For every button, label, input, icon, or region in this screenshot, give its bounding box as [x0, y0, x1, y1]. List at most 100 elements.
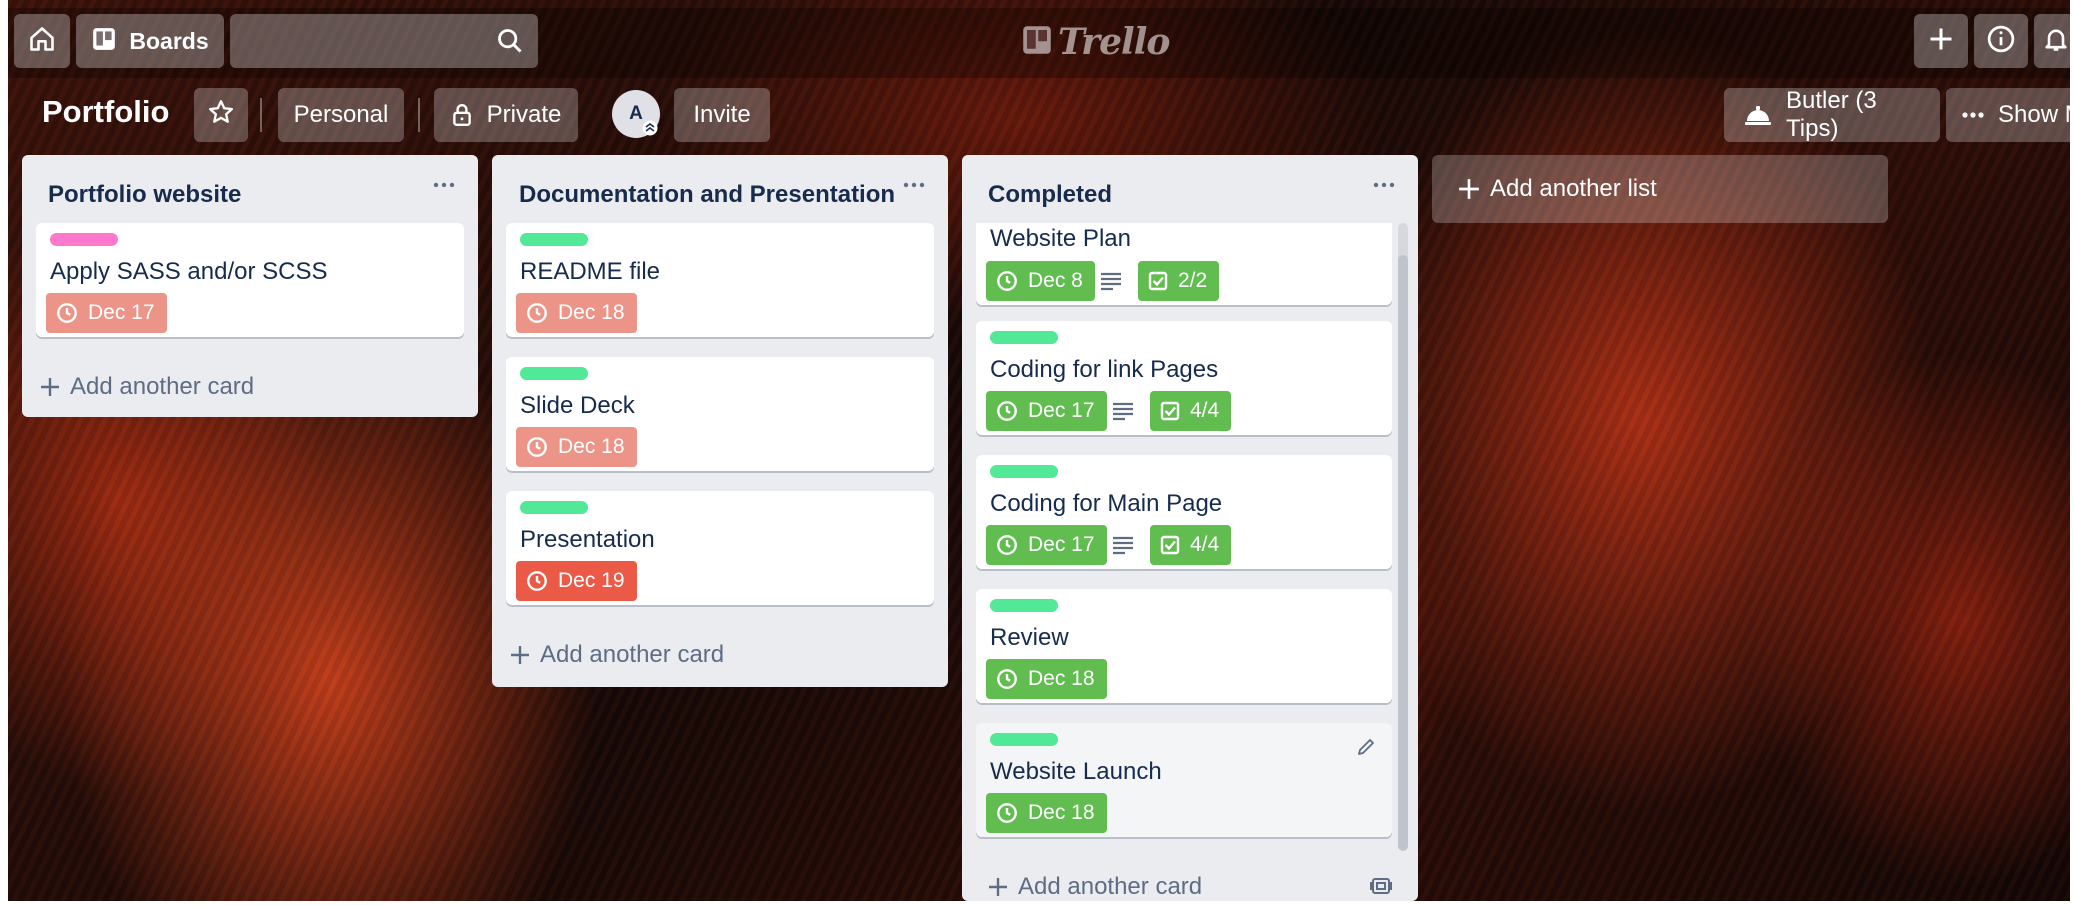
show-menu-button[interactable]: Show M: [1946, 88, 2070, 142]
invite-label: Invite: [693, 101, 751, 128]
due-date-badge[interactable]: Dec 17: [986, 391, 1107, 431]
card-website-plan[interactable]: Website Plan Dec 8 2/2: [976, 223, 1392, 305]
clock-icon: [526, 436, 548, 458]
card-label[interactable]: [990, 733, 1058, 746]
add-card-label: Add another card: [540, 641, 725, 668]
clock-icon: [996, 534, 1018, 556]
checklist-text: 4/4: [1190, 399, 1220, 422]
card-title: README file: [520, 258, 661, 285]
home-button[interactable]: [14, 14, 70, 68]
trello-logo-text: Trello: [1058, 21, 1170, 63]
info-button[interactable]: [1974, 14, 2028, 68]
card-label[interactable]: [520, 367, 588, 380]
window-frame-left: [0, 0, 8, 905]
due-date-text: Dec 18: [558, 301, 625, 324]
due-date-badge[interactable]: Dec 8: [986, 261, 1095, 301]
due-date-badge[interactable]: Dec 18: [986, 793, 1107, 833]
invite-button[interactable]: Invite: [674, 88, 770, 142]
card-apply-sass[interactable]: Apply SASS and/or SCSS Dec 17: [36, 223, 464, 337]
clock-icon: [996, 802, 1018, 824]
card-label[interactable]: [520, 501, 588, 514]
pencil-icon[interactable]: [1356, 737, 1376, 762]
clock-icon: [996, 400, 1018, 422]
card-review[interactable]: Review Dec 18: [976, 589, 1392, 703]
card-website-launch[interactable]: Website Launch Dec 18: [976, 723, 1392, 837]
privacy-button[interactable]: Private: [434, 88, 578, 142]
top-header: Boards Trello: [8, 8, 2070, 78]
window-frame-bottom: [0, 901, 2074, 905]
boards-button[interactable]: Boards: [76, 14, 224, 68]
card-coding-main-page[interactable]: Coding for Main Page Dec 17 4/4: [976, 455, 1392, 569]
card-label[interactable]: [520, 233, 588, 246]
description-icon: [1112, 535, 1134, 555]
due-date-badge[interactable]: Dec 17: [46, 293, 167, 333]
list-menu-ellipsis-icon[interactable]: [1372, 173, 1396, 202]
card-label[interactable]: [990, 599, 1058, 612]
list-title[interactable]: Documentation and Presentation: [519, 181, 895, 209]
team-visibility-label: Personal: [293, 101, 389, 128]
checklist-badge[interactable]: 2/2: [1138, 261, 1220, 301]
home-icon: [28, 25, 56, 58]
list-scrollbar-thumb[interactable]: [1398, 255, 1408, 851]
admin-chevron-icon: [642, 120, 658, 141]
plus-icon: [40, 377, 60, 397]
card-coding-link-pages[interactable]: Coding for link Pages Dec 17 4/4: [976, 321, 1392, 435]
privacy-label: Private: [486, 101, 562, 128]
list-title[interactable]: Portfolio website: [48, 181, 241, 209]
add-card-label: Add another card: [70, 373, 255, 400]
card-readme-file[interactable]: README file Dec 18: [506, 223, 934, 337]
add-list-button[interactable]: Add another list: [1432, 155, 1888, 223]
due-date-badge[interactable]: Dec 18: [516, 427, 637, 467]
card-label[interactable]: [990, 465, 1058, 478]
boards-icon: [91, 26, 117, 57]
card-list-scroll-area[interactable]: Website Plan Dec 8 2/2 Coding for link P…: [962, 223, 1418, 843]
clock-icon: [526, 570, 548, 592]
add-card-button[interactable]: Add another card: [988, 873, 1202, 901]
search-input[interactable]: [230, 14, 538, 68]
checklist-badge[interactable]: 4/4: [1150, 525, 1232, 565]
show-menu-label: Show M: [1998, 101, 2070, 128]
butler-button[interactable]: Butler (3 Tips): [1724, 87, 1940, 142]
due-date-badge[interactable]: Dec 17: [986, 525, 1107, 565]
list-title[interactable]: Completed: [988, 181, 1112, 209]
star-board-button[interactable]: [194, 88, 248, 142]
checklist-icon: [1160, 535, 1180, 555]
card-slide-deck[interactable]: Slide Deck Dec 18: [506, 357, 934, 471]
boards-label: Boards: [129, 27, 209, 54]
trello-logo[interactable]: Trello: [1022, 20, 1170, 64]
due-date-badge[interactable]: Dec 18: [986, 659, 1107, 699]
description-icon: [1100, 271, 1122, 291]
due-date-text: Dec 17: [1028, 533, 1095, 556]
board-title[interactable]: Portfolio: [42, 94, 169, 130]
card-title: Slide Deck: [520, 392, 635, 419]
description-icon: [1112, 401, 1134, 421]
create-button[interactable]: [1914, 14, 1968, 68]
card-presentation[interactable]: Presentation Dec 19: [506, 491, 934, 605]
list-menu-ellipsis-icon[interactable]: [432, 173, 456, 202]
due-date-text: Dec 19: [558, 569, 625, 592]
card-title: Coding for link Pages: [990, 356, 1219, 383]
checklist-badge[interactable]: 4/4: [1150, 391, 1232, 431]
add-card-button[interactable]: Add another card: [510, 641, 724, 669]
due-date-text: Dec 8: [1028, 269, 1083, 292]
checklist-icon: [1148, 271, 1168, 291]
team-visibility-button[interactable]: Personal: [278, 88, 404, 142]
add-card-button[interactable]: Add another card: [40, 373, 254, 401]
due-date-badge[interactable]: Dec 18: [516, 293, 637, 333]
card-label[interactable]: [50, 233, 118, 246]
card-label[interactable]: [990, 331, 1058, 344]
avatar-initial: A: [629, 103, 643, 124]
clock-icon: [526, 302, 548, 324]
checklist-icon: [1160, 401, 1180, 421]
butler-icon: [1744, 103, 1772, 127]
card-title: Review: [990, 624, 1069, 651]
list-documentation-presentation: Documentation and Presentation README fi…: [492, 155, 948, 687]
template-icon[interactable]: [1370, 875, 1392, 901]
add-card-label: Add another card: [1018, 873, 1203, 900]
list-menu-ellipsis-icon[interactable]: [902, 173, 926, 202]
card-title: Presentation: [520, 526, 655, 553]
notifications-button[interactable]: [2034, 14, 2070, 68]
window-frame-right: [2070, 0, 2074, 905]
due-date-badge[interactable]: Dec 19: [516, 561, 637, 601]
checklist-text: 2/2: [1178, 269, 1208, 292]
